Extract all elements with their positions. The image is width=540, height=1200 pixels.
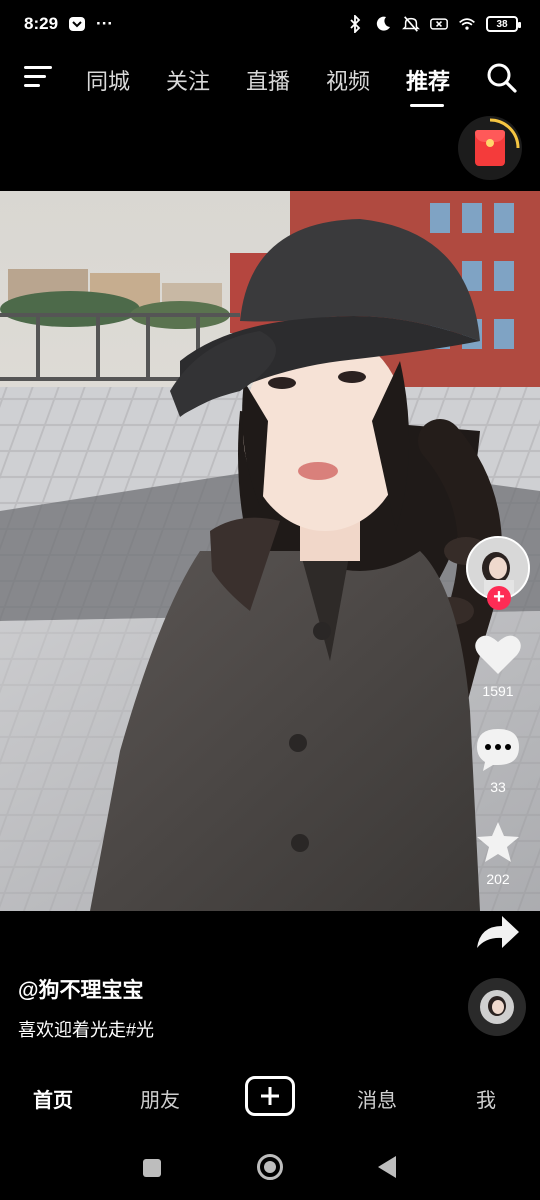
- top-nav: 同城 关注 直播 视频 推荐: [0, 56, 540, 107]
- status-time: 8:29: [24, 14, 59, 33]
- tab-video[interactable]: 视频: [326, 64, 406, 96]
- tab-following[interactable]: 关注: [166, 64, 246, 96]
- video-frame-image: [0, 191, 540, 911]
- video-player[interactable]: [0, 191, 540, 911]
- favorite-count: 202: [486, 871, 510, 887]
- red-envelope-icon: [475, 130, 505, 166]
- menu-icon[interactable]: [24, 66, 52, 92]
- plus-icon: [261, 1087, 279, 1105]
- do-not-disturb-icon: [374, 15, 392, 33]
- like-button[interactable]: 1591: [472, 632, 524, 699]
- create-button[interactable]: [245, 1076, 295, 1116]
- mute-icon: [402, 15, 420, 33]
- comment-icon: [477, 729, 519, 771]
- status-bar: 8:29 ··· 38: [0, 0, 540, 48]
- wifi-icon: [458, 15, 476, 33]
- post-description[interactable]: 喜欢迎着光走#光: [18, 1016, 154, 1042]
- tab-home[interactable]: 首页: [33, 1084, 73, 1113]
- feed-tabs: 同城 关注 直播 视频 推荐: [86, 64, 486, 107]
- heart-icon: [475, 635, 521, 674]
- author-name[interactable]: @狗不理宝宝: [18, 974, 143, 1004]
- star-icon: [477, 822, 519, 862]
- red-envelope-button[interactable]: [458, 116, 522, 180]
- app-notification-icon: [68, 15, 86, 33]
- music-cover-image: [480, 990, 514, 1024]
- sim-icon: [430, 15, 448, 33]
- home-icon[interactable]: [257, 1154, 283, 1180]
- status-more: ···: [96, 14, 114, 33]
- like-count: 1591: [482, 683, 514, 699]
- battery-indicator: 38: [486, 16, 521, 32]
- tab-friends[interactable]: 朋友: [140, 1084, 180, 1113]
- comment-button[interactable]: 33: [472, 726, 524, 795]
- music-disc[interactable]: [468, 978, 526, 1036]
- tab-me[interactable]: 我: [476, 1084, 496, 1113]
- bottom-tab-bar: 首页 朋友 消息 我: [0, 1066, 540, 1126]
- tab-live[interactable]: 直播: [246, 64, 326, 96]
- tab-messages[interactable]: 消息: [357, 1084, 397, 1113]
- search-icon[interactable]: [486, 62, 518, 94]
- tab-local[interactable]: 同城: [86, 64, 166, 96]
- bluetooth-icon: [346, 15, 364, 33]
- back-icon[interactable]: [378, 1156, 396, 1178]
- favorite-button[interactable]: 202: [472, 820, 524, 887]
- comment-count: 33: [490, 779, 506, 795]
- share-icon: [477, 916, 519, 948]
- system-nav-bar: [0, 1140, 540, 1200]
- follow-button[interactable]: +: [487, 586, 511, 610]
- recents-icon[interactable]: [143, 1159, 161, 1177]
- share-button[interactable]: [472, 912, 524, 957]
- tab-recommended[interactable]: 推荐: [406, 64, 486, 107]
